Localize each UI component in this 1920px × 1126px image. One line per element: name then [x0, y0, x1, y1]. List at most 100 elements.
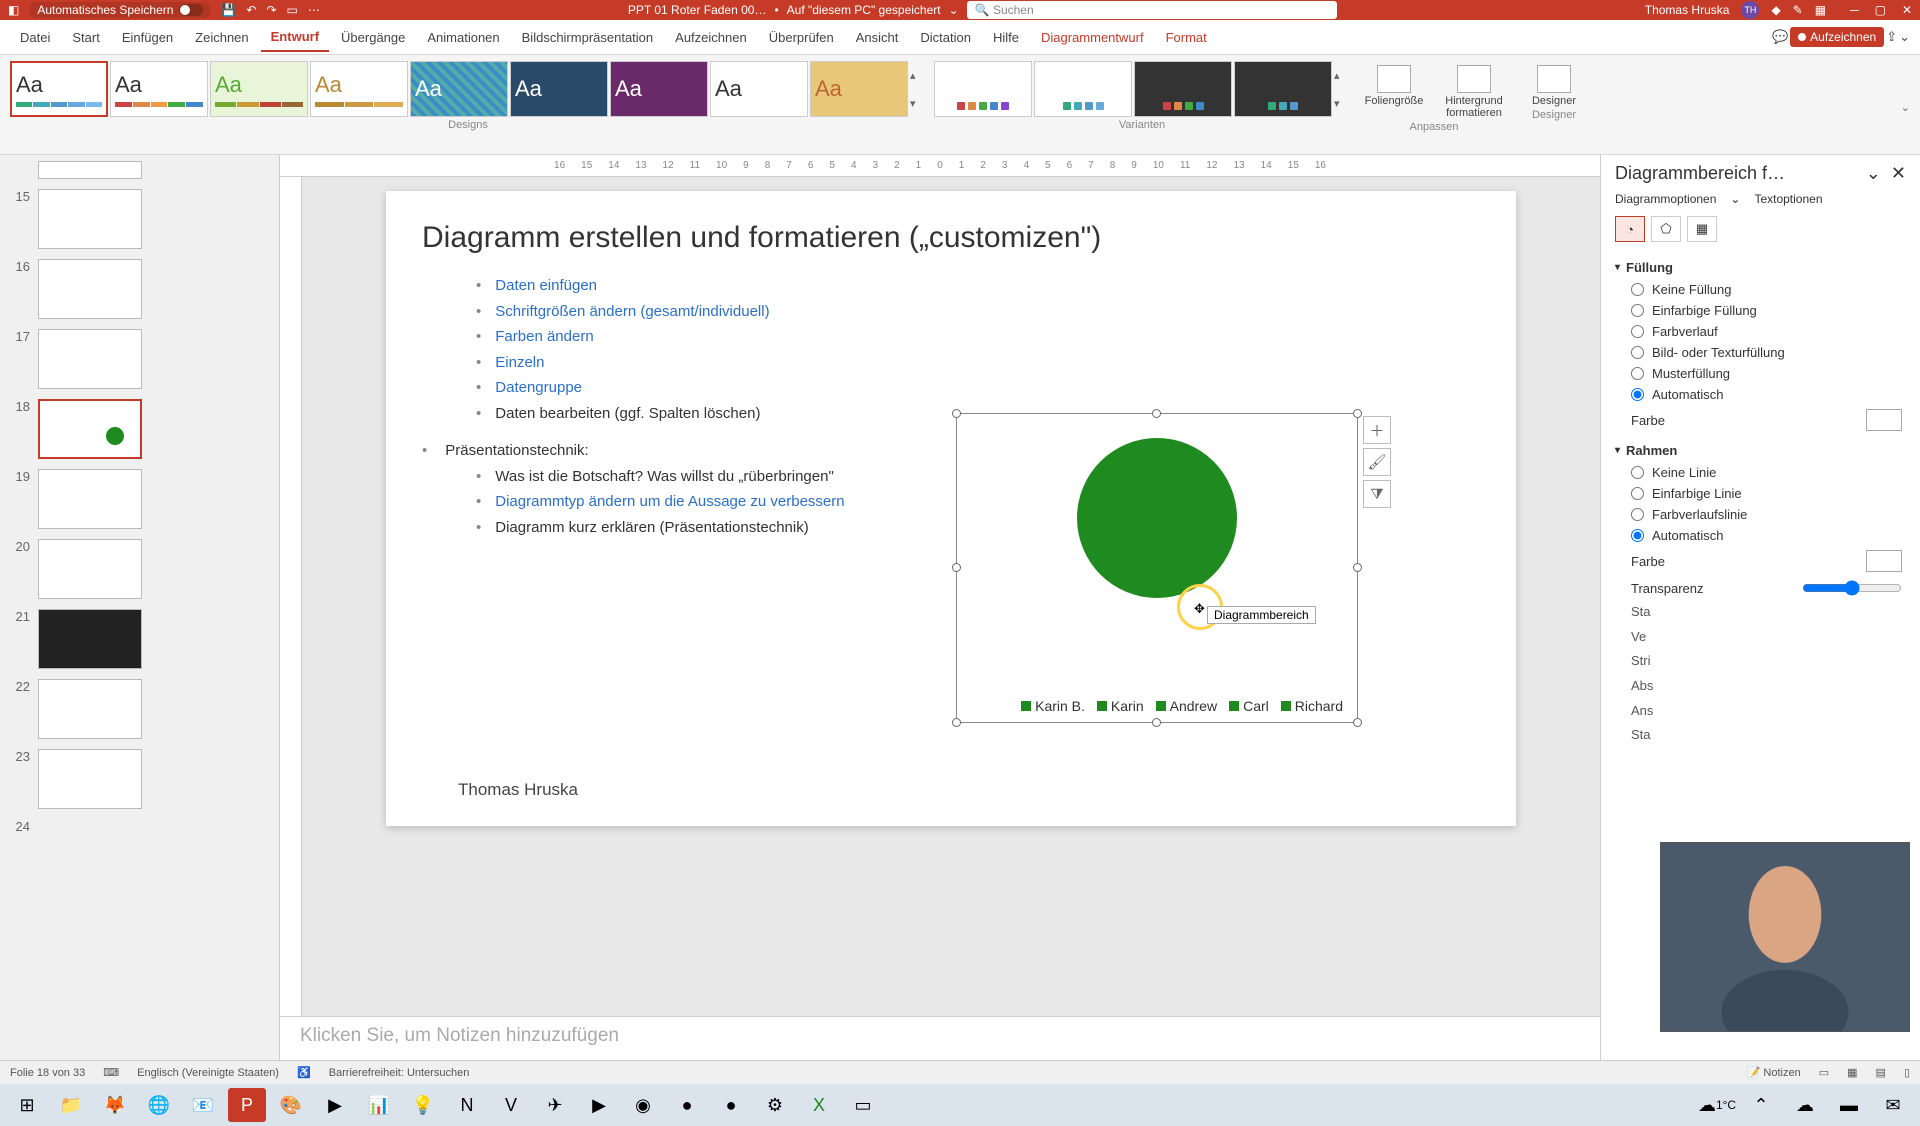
section-border[interactable]: Rahmen [1615, 443, 1906, 458]
tab-zeichnen[interactable]: Zeichnen [185, 24, 258, 51]
chart-filter-icon[interactable]: ⧩ [1363, 480, 1391, 508]
notes-toggle[interactable]: 📝 Notizen [1747, 1066, 1801, 1079]
radio-no-fill[interactable]: Keine Füllung [1615, 279, 1906, 300]
webcam-overlay[interactable] [1660, 842, 1910, 1032]
bullet-2[interactable]: Schriftgrößen ändern (gesamt/individuell… [476, 299, 1480, 325]
app-icon-3[interactable]: 💡 [404, 1088, 442, 1122]
bullet-1[interactable]: Daten einfügen [476, 273, 1480, 299]
thumb-14-partial[interactable] [38, 161, 142, 179]
app-icon-2[interactable]: 📊 [360, 1088, 398, 1122]
user-name[interactable]: Thomas Hruska [1645, 3, 1730, 17]
more-icon[interactable]: ⋯ [308, 3, 320, 17]
handle-ml[interactable] [952, 563, 961, 572]
tray-battery-icon[interactable]: ▬ [1830, 1088, 1868, 1122]
tab-format[interactable]: Format [1156, 24, 1217, 51]
fill-color-picker[interactable] [1866, 409, 1902, 431]
theme-4[interactable]: Aa [310, 61, 408, 117]
chevron-down-icon[interactable]: ⌄ [1730, 192, 1740, 206]
transparency-slider[interactable] [1802, 580, 1902, 596]
chart-add-icon[interactable]: ＋ [1363, 416, 1391, 444]
app-icon-7[interactable]: ● [668, 1088, 706, 1122]
share-icon[interactable]: ⇪ [1886, 29, 1897, 45]
radio-gradient-line[interactable]: Farbverlaufslinie [1615, 504, 1906, 525]
calendar-icon[interactable]: ▦ [1815, 3, 1826, 17]
format-background-button[interactable]: Hintergrund formatieren [1438, 65, 1510, 119]
status-slide[interactable]: Folie 18 von 33 [10, 1067, 85, 1079]
slide-canvas[interactable]: Diagramm erstellen und formatieren („cus… [386, 191, 1516, 826]
redo-icon[interactable]: ↷ [266, 3, 276, 17]
handle-br[interactable] [1353, 718, 1362, 727]
radio-auto-fill[interactable]: Automatisch [1615, 384, 1906, 405]
filename[interactable]: PPT 01 Roter Faden 00… [628, 3, 767, 17]
collapse-ribbon-icon[interactable]: ⌄ [1901, 101, 1910, 114]
telegram-icon[interactable]: ✈ [536, 1088, 574, 1122]
undo-icon[interactable]: ↶ [246, 3, 256, 17]
start-icon[interactable]: ⊞ [8, 1088, 46, 1122]
tray-cloud-icon[interactable]: ☁ [1786, 1088, 1824, 1122]
record-button[interactable]: Aufzeichnen [1790, 27, 1884, 47]
view-reading-icon[interactable]: ▤ [1876, 1066, 1886, 1079]
tab-praesentation[interactable]: Bildschirmpräsentation [512, 24, 664, 51]
radio-solid-line[interactable]: Einfarbige Linie [1615, 483, 1906, 504]
bullet-3a[interactable]: Einzeln [476, 350, 1480, 376]
tab-dictation[interactable]: Dictation [910, 24, 981, 51]
view-normal-icon[interactable]: ▭ [1819, 1066, 1829, 1079]
handle-tr[interactable] [1353, 409, 1362, 418]
tab-diagramm[interactable]: Diagrammentwurf [1031, 24, 1154, 51]
tab-animationen[interactable]: Animationen [417, 24, 509, 51]
radio-gradient-fill[interactable]: Farbverlauf [1615, 321, 1906, 342]
variant-scroll[interactable]: ▴▾ [1334, 61, 1350, 117]
app-icon-4[interactable]: V [492, 1088, 530, 1122]
theme-5[interactable]: Aa [410, 61, 508, 117]
handle-bc[interactable] [1152, 718, 1161, 727]
radio-solid-fill[interactable]: Einfarbige Füllung [1615, 300, 1906, 321]
slide-size-button[interactable]: Foliengröße [1358, 65, 1430, 119]
maximize-icon[interactable]: ▢ [1875, 3, 1886, 17]
slideshow-icon[interactable]: ▭ [287, 3, 298, 17]
settings-icon[interactable]: ⚙ [756, 1088, 794, 1122]
text-options-tab[interactable]: Textoptionen [1754, 192, 1822, 206]
thumb-16[interactable] [38, 259, 142, 319]
save-icon[interactable]: 💾 [221, 3, 236, 17]
search-input[interactable]: 🔍 Suchen [967, 1, 1337, 19]
slide-title[interactable]: Diagramm erstellen und formatieren („cus… [422, 221, 1480, 255]
radio-auto-line[interactable]: Automatisch [1615, 525, 1906, 546]
bullet-3b[interactable]: Datengruppe [476, 375, 1480, 401]
theme-2[interactable]: Aa [110, 61, 208, 117]
tab-hilfe[interactable]: Hilfe [983, 24, 1029, 51]
app-icon-6[interactable]: ◉ [624, 1088, 662, 1122]
app-icon-5[interactable]: ▶ [580, 1088, 618, 1122]
tab-ueberpruefen[interactable]: Überprüfen [759, 24, 844, 51]
thumb-20[interactable] [38, 539, 142, 599]
thumb-18[interactable] [38, 399, 142, 459]
pane-collapse-icon[interactable]: ⌄ [1866, 163, 1881, 183]
thumb-22[interactable] [38, 679, 142, 739]
handle-bl[interactable] [952, 718, 961, 727]
minimize-icon[interactable]: ─ [1850, 3, 1859, 17]
thumb-21[interactable] [38, 609, 142, 669]
theme-8[interactable]: Aa [710, 61, 808, 117]
variant-1[interactable] [934, 61, 1032, 117]
pen-icon[interactable]: ✎ [1793, 3, 1803, 17]
theme-1[interactable]: Aa [10, 61, 108, 117]
chrome-icon[interactable]: 🌐 [140, 1088, 178, 1122]
close-icon[interactable]: ✕ [1902, 3, 1912, 17]
diamond-icon[interactable]: ◆ [1771, 3, 1780, 17]
weather-widget[interactable]: ☁ 1°C [1698, 1088, 1736, 1122]
explorer-icon[interactable]: 📁 [52, 1088, 90, 1122]
chart-legend[interactable]: Karin B. Karin Andrew Carl Richard [1021, 698, 1343, 714]
vlc-icon[interactable]: ▶ [316, 1088, 354, 1122]
variant-3[interactable] [1134, 61, 1232, 117]
pane-close-icon[interactable]: ✕ [1891, 163, 1906, 183]
app-icon-1[interactable]: 🎨 [272, 1088, 310, 1122]
radio-pattern-fill[interactable]: Musterfüllung [1615, 363, 1906, 384]
handle-tc[interactable] [1152, 409, 1161, 418]
tab-ansicht[interactable]: Ansicht [846, 24, 909, 51]
thumbnail-panel[interactable]: 15 16 17 18 19 20 21 22 23 24 [0, 155, 280, 1060]
handle-tl[interactable] [952, 409, 961, 418]
theme-3[interactable]: Aa [210, 61, 308, 117]
tab-entwurf[interactable]: Entwurf [261, 23, 329, 52]
theme-6[interactable]: Aa [510, 61, 608, 117]
variant-2[interactable] [1034, 61, 1132, 117]
fill-line-icon[interactable]: ◔ [1615, 216, 1645, 242]
